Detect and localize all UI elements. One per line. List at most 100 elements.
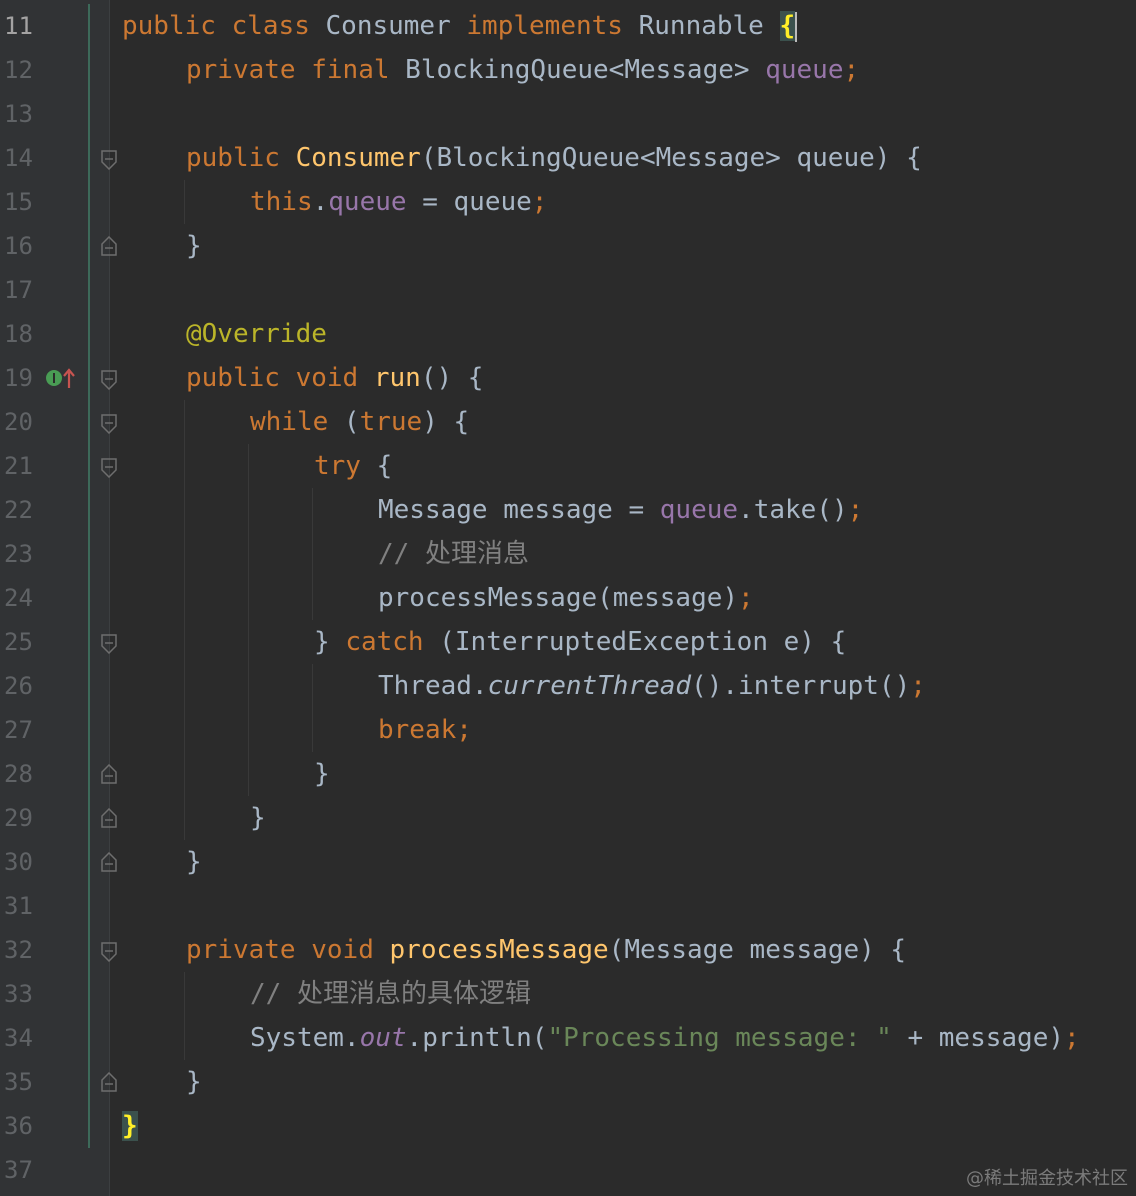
assignment: = queue	[406, 187, 532, 217]
brace: }	[186, 847, 202, 877]
indent-guide	[184, 180, 185, 224]
field-name: queue	[659, 495, 739, 525]
keyword: break	[378, 715, 457, 745]
keyword: private	[186, 935, 296, 965]
semicolon: ;	[531, 187, 548, 217]
fold-end-icon[interactable]	[101, 852, 117, 872]
implements-method-icon[interactable]	[44, 366, 78, 390]
parameter-list: () {	[420, 363, 484, 393]
brace: {	[360, 451, 393, 481]
fold-collapse-icon[interactable]	[101, 942, 117, 962]
indent-guide	[312, 664, 313, 752]
dot: .	[312, 187, 329, 217]
code-line-22[interactable]: Message message = queue.take();	[378, 488, 863, 532]
code-line-29[interactable]: }	[250, 796, 266, 840]
keyword: true	[359, 407, 423, 437]
code-line-26[interactable]: Thread.currentThread().interrupt();	[378, 664, 926, 708]
line-number: 13	[4, 100, 33, 128]
declaration: Message message =	[378, 495, 660, 525]
keyword: try	[314, 451, 361, 481]
class-ref: Thread.	[378, 671, 488, 701]
code-line-16[interactable]: }	[186, 224, 202, 268]
method-call: .println(	[406, 1023, 548, 1053]
code-line-28[interactable]: }	[314, 752, 330, 796]
expression: + message)	[891, 1023, 1064, 1053]
line-number: 15	[4, 188, 33, 216]
brace: }	[314, 759, 330, 789]
type-name: BlockingQueue<Message>	[405, 55, 750, 85]
code-line-33[interactable]: // 处理消息的具体逻辑	[250, 972, 531, 1016]
line-number: 19	[4, 364, 33, 392]
keyword: while	[250, 407, 329, 437]
code-line-21[interactable]: try {	[314, 444, 392, 488]
code-line-11[interactable]: public class Consumer implements Runnabl…	[122, 4, 798, 48]
keyword: class	[231, 11, 310, 41]
code-line-23[interactable]: // 处理消息	[378, 532, 529, 576]
keyword: public	[186, 143, 280, 173]
code-line-18[interactable]: @Override	[186, 312, 327, 356]
code-line-19[interactable]: public void run() {	[186, 356, 483, 400]
fold-end-icon[interactable]	[101, 808, 117, 828]
paren-brace: ) {	[422, 407, 470, 437]
semicolon: ;	[910, 671, 926, 701]
indent-guide	[184, 400, 185, 840]
line-number: 22	[4, 496, 33, 524]
keyword: void	[295, 363, 359, 393]
fold-end-icon[interactable]	[101, 764, 117, 784]
code-line-15[interactable]: this.queue = queue;	[250, 180, 547, 224]
indent-guide	[312, 488, 313, 620]
code-line-32[interactable]: private void processMessage(Message mess…	[186, 928, 906, 972]
semicolon: ;	[456, 715, 472, 745]
fold-collapse-icon[interactable]	[101, 150, 117, 170]
comment: // 处理消息的具体逻辑	[250, 979, 531, 1009]
code-line-25[interactable]: } catch (InterruptedException e) {	[314, 620, 846, 664]
fold-collapse-icon[interactable]	[101, 458, 117, 478]
indent-guide	[184, 972, 185, 1060]
fold-end-icon[interactable]	[101, 1072, 117, 1092]
code-line-24[interactable]: processMessage(message);	[378, 576, 754, 620]
interface-name: Runnable	[638, 11, 764, 41]
fold-collapse-icon[interactable]	[101, 414, 117, 434]
line-number: 26	[4, 672, 33, 700]
method-name: processMessage	[389, 935, 609, 965]
class-ref: System.	[250, 1023, 360, 1053]
line-number: 33	[4, 980, 33, 1008]
annotation: @Override	[186, 319, 327, 349]
keyword: catch	[345, 627, 424, 657]
gutter[interactable]: 11 12 13 14 15 16 17 18 19 20 21 22 23 2…	[0, 0, 110, 1196]
text-caret	[795, 11, 798, 42]
code-line-20[interactable]: while (true) {	[250, 400, 469, 444]
method-call: processMessage(message)	[378, 583, 739, 613]
line-number: 12	[4, 56, 33, 84]
code-line-27[interactable]: break;	[378, 708, 472, 752]
code-line-34[interactable]: System.out.println("Processing message: …	[250, 1016, 1080, 1060]
watermark: @稀土掘金技术社区	[966, 1168, 1128, 1189]
line-number: 37	[4, 1156, 33, 1184]
comment: // 处理消息	[378, 539, 529, 569]
method-name: run	[373, 363, 421, 393]
brace: }	[186, 1067, 202, 1097]
parameter-list: (Message message) {	[608, 935, 907, 965]
brace: }	[250, 803, 266, 833]
code-editor[interactable]: 11 12 13 14 15 16 17 18 19 20 21 22 23 2…	[0, 0, 1136, 1196]
line-number: 20	[4, 408, 33, 436]
fold-collapse-icon[interactable]	[101, 370, 117, 390]
field-name: queue	[765, 55, 844, 85]
code-line-35[interactable]: }	[186, 1060, 202, 1104]
keyword: void	[311, 935, 374, 965]
line-number: 18	[4, 320, 33, 348]
keyword: public	[122, 11, 216, 41]
code-line-14[interactable]: public Consumer(BlockingQueue<Message> q…	[186, 136, 922, 180]
static-method: currentThread	[487, 671, 692, 701]
line-number: 16	[4, 232, 33, 260]
fold-collapse-icon[interactable]	[101, 634, 117, 654]
gutter-separator	[109, 0, 110, 1196]
code-line-30[interactable]: }	[186, 840, 202, 884]
line-number: 17	[4, 276, 33, 304]
code-line-12[interactable]: private final BlockingQueue<Message> que…	[186, 48, 859, 92]
code-line-36[interactable]: }	[122, 1104, 138, 1148]
vcs-change-marker[interactable]	[88, 4, 90, 1148]
fold-end-icon[interactable]	[101, 236, 117, 256]
line-number: 27	[4, 716, 33, 744]
parameter-list: (BlockingQueue<Message> queue) {	[420, 143, 922, 173]
